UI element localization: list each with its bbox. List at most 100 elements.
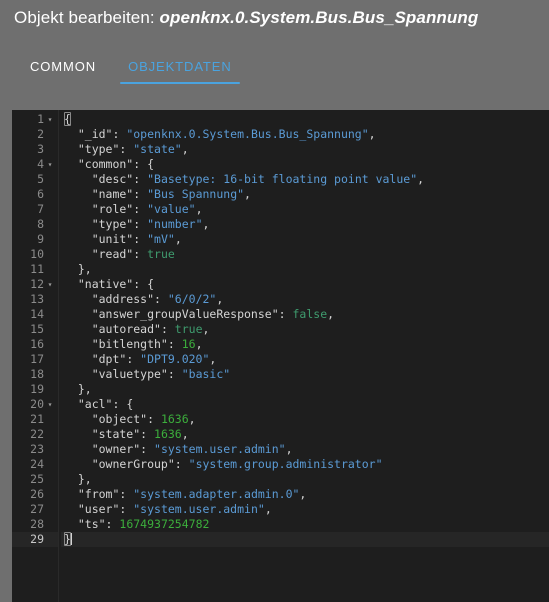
chevron-down-icon[interactable]: ▾: [45, 277, 55, 292]
gutter-line-18: 18: [12, 367, 58, 382]
code-line-5[interactable]: "desc": "Basetype: 16-bit floating point…: [61, 172, 549, 187]
code-token: :: [119, 487, 134, 501]
code-token: "unit": [64, 232, 134, 246]
fold-placeholder: [45, 292, 55, 307]
gutter-line-7: 7: [12, 202, 58, 217]
line-number: 14: [30, 307, 44, 321]
code-line-23[interactable]: "owner": "system.user.admin",: [61, 442, 549, 457]
chevron-down-icon[interactable]: ▾: [45, 397, 55, 412]
line-number: 6: [37, 187, 44, 201]
tabbar: COMMON OBJEKTDATEN: [14, 56, 248, 94]
fold-placeholder: [45, 217, 55, 232]
code-line-4[interactable]: "common": {: [61, 157, 549, 172]
json-code-editor[interactable]: 1 ▾ 2 3 4 ▾ 5 6 7 8 9 10 11 12 ▾ 13 14 15 16 1…: [12, 110, 549, 602]
code-line-15[interactable]: "autoread": true,: [61, 322, 549, 337]
code-line-20[interactable]: "acl": {: [61, 397, 549, 412]
code-line-1[interactable]: {: [61, 112, 549, 127]
code-token: },: [64, 472, 92, 486]
code-line-3[interactable]: "type": "state",: [61, 142, 549, 157]
gutter-line-27: 27: [12, 502, 58, 517]
code-line-12[interactable]: "native": {: [61, 277, 549, 292]
fold-placeholder: [45, 532, 55, 547]
code-token: :: [126, 352, 141, 366]
line-number: 15: [30, 322, 44, 336]
code-token: },: [64, 262, 92, 276]
code-line-10[interactable]: "read": true: [61, 247, 549, 262]
code-line-6[interactable]: "name": "Bus Spannung",: [61, 187, 549, 202]
fold-placeholder: [45, 382, 55, 397]
gutter-line-8: 8: [12, 217, 58, 232]
fold-placeholder: [45, 262, 55, 277]
code-line-18[interactable]: "valuetype": "basic": [61, 367, 549, 382]
gutter-line-22: 22: [12, 427, 58, 442]
chevron-down-icon[interactable]: ▾: [45, 112, 55, 127]
fold-placeholder: [45, 412, 55, 427]
line-number: 21: [30, 412, 44, 426]
line-number: 29: [30, 532, 44, 546]
code-line-22[interactable]: "state": 1636,: [61, 427, 549, 442]
fold-placeholder: [45, 517, 55, 532]
code-token: "bitlength": [64, 337, 168, 351]
code-line-7[interactable]: "role": "value",: [61, 202, 549, 217]
gutter-line-14: 14: [12, 307, 58, 322]
code-token: "state": [133, 142, 182, 156]
line-number: 11: [30, 262, 44, 276]
code-line-17[interactable]: "dpt": "DPT9.020",: [61, 352, 549, 367]
code-token: :: [140, 427, 155, 441]
code-token: "number": [147, 217, 203, 231]
code-line-14[interactable]: "answer_groupValueResponse": false,: [61, 307, 549, 322]
code-line-8[interactable]: "type": "number",: [61, 217, 549, 232]
tab-objektdaten[interactable]: OBJEKTDATEN: [112, 56, 248, 84]
gutter-line-1: 1 ▾: [12, 112, 58, 127]
code-line-16[interactable]: "bitlength": 16,: [61, 337, 549, 352]
code-line-11[interactable]: },: [61, 262, 549, 277]
editor-code-area[interactable]: { "_id": "openknx.0.System.Bus.Bus_Spann…: [58, 110, 549, 602]
code-line-28[interactable]: "ts": 1674937254782: [61, 517, 549, 532]
code-line-29[interactable]: }: [61, 532, 549, 547]
code-token: 1636: [154, 427, 182, 441]
tab-objektdaten-underline: [120, 82, 240, 84]
code-token: ,: [264, 502, 272, 516]
line-number: 26: [30, 487, 44, 501]
code-token: :: [105, 517, 120, 531]
gutter-line-29: 29: [12, 532, 58, 547]
code-token: "system.adapter.admin.0": [133, 487, 300, 501]
code-token: true: [174, 322, 203, 336]
code-line-27[interactable]: "user": "system.user.admin",: [61, 502, 549, 517]
page-title-static: Objekt bearbeiten:: [14, 8, 160, 27]
code-line-13[interactable]: "address": "6/0/2",: [61, 292, 549, 307]
tab-common[interactable]: COMMON: [14, 56, 112, 84]
code-token: "Basetype: 16-bit floating point value": [147, 172, 418, 186]
code-line-24[interactable]: "ownerGroup": "system.group.administrato…: [61, 457, 549, 472]
code-line-25[interactable]: },: [61, 472, 549, 487]
code-line-19[interactable]: },: [61, 382, 549, 397]
line-number: 13: [30, 292, 44, 306]
code-token: ,: [202, 322, 210, 336]
code-token: "user": [64, 502, 120, 516]
code-token: :: [133, 217, 148, 231]
line-number: 24: [30, 457, 44, 471]
gutter-line-16: 16: [12, 337, 58, 352]
edit-object-dialog: Objekt bearbeiten: openknx.0.System.Bus.…: [0, 0, 549, 602]
gutter-line-2: 2: [12, 127, 58, 142]
code-line-9[interactable]: "unit": "mV",: [61, 232, 549, 247]
code-token: "system.user.admin": [133, 502, 265, 516]
code-line-26[interactable]: "from": "system.adapter.admin.0",: [61, 487, 549, 502]
gutter-line-23: 23: [12, 442, 58, 457]
code-token: ,: [181, 142, 189, 156]
code-line-21[interactable]: "object": 1636,: [61, 412, 549, 427]
code-token: ,: [417, 172, 425, 186]
fold-placeholder: [45, 142, 55, 157]
gutter-line-10: 10: [12, 247, 58, 262]
code-token: ,: [368, 127, 376, 141]
code-line-2[interactable]: "_id": "openknx.0.System.Bus.Bus_Spannun…: [61, 127, 549, 142]
line-number: 12: [30, 277, 44, 291]
code-token: "dpt": [64, 352, 127, 366]
chevron-down-icon[interactable]: ▾: [45, 157, 55, 172]
fold-placeholder: [45, 352, 55, 367]
line-number: 16: [30, 337, 44, 351]
code-token: "openknx.0.System.Bus.Bus_Spannung": [126, 127, 369, 141]
fold-placeholder: [45, 487, 55, 502]
code-token: :: [147, 412, 161, 426]
code-token: "owner": [64, 442, 141, 456]
